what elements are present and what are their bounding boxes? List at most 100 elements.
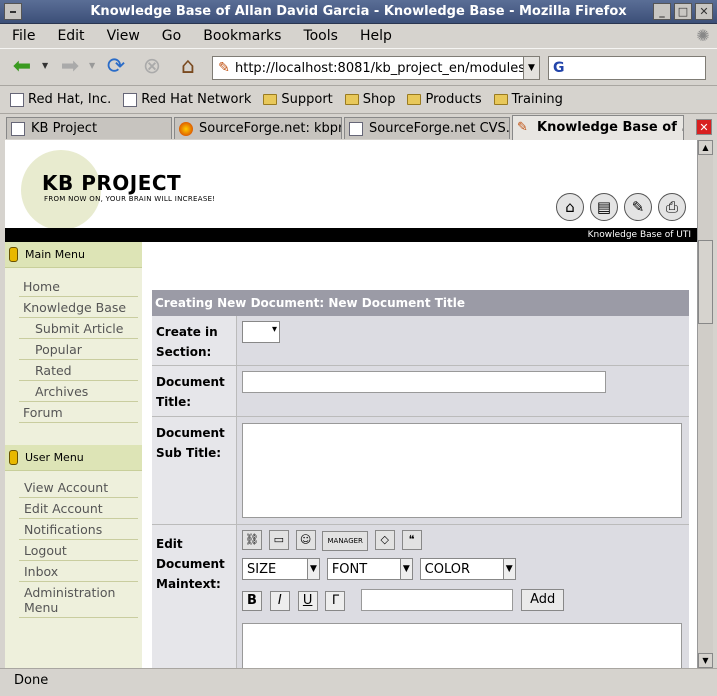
close-window-button[interactable]: ✕: [695, 3, 713, 20]
quote-icon[interactable]: ❝: [401, 530, 422, 550]
main-menu-title: Main Menu: [25, 248, 85, 261]
dropdown-arrow-icon: ▼: [399, 559, 412, 579]
bookmarks-toolbar: Red Hat, Inc. Red Hat Network Support Sh…: [0, 86, 717, 114]
bookmark-label: Red Hat, Inc.: [28, 92, 112, 107]
nav-notifications[interactable]: Notifications: [19, 519, 138, 540]
section-row: Create in Section:: [152, 316, 689, 366]
scrollbar-thumb[interactable]: [698, 240, 713, 324]
nav-logout[interactable]: Logout: [19, 540, 138, 561]
folder-icon: [263, 94, 278, 105]
scroll-up-icon[interactable]: ▲: [698, 140, 713, 155]
italic-button[interactable]: I: [269, 590, 290, 611]
nav-forum[interactable]: Forum: [19, 402, 138, 423]
tab-kb-project[interactable]: KB Project: [6, 117, 172, 139]
back-arrow-icon[interactable]: ⬅: [8, 53, 36, 81]
size-select[interactable]: SIZE ▼: [242, 558, 320, 580]
underline-button[interactable]: U: [297, 590, 318, 611]
font-select[interactable]: FONT ▼: [326, 558, 413, 580]
news-icon[interactable]: ▤: [590, 193, 618, 221]
maintext-textarea[interactable]: [242, 623, 682, 668]
menu-bar: File Edit View Go Bookmarks Tools Help ✺: [0, 24, 717, 48]
search-input[interactable]: [564, 58, 715, 78]
menu-file[interactable]: File: [0, 28, 45, 44]
window-title: Knowledge Base of Allan David Garcia - K…: [90, 4, 627, 19]
menu-tools[interactable]: Tools: [291, 28, 348, 44]
color-select[interactable]: COLOR ▼: [419, 558, 516, 580]
bookmark-label: Training: [511, 92, 563, 107]
tab-knowledge-base[interactable]: ✎ Knowledge Base of ...: [512, 115, 684, 140]
strikethrough-button[interactable]: ᒥ: [325, 590, 346, 611]
menu-bookmarks[interactable]: Bookmarks: [191, 28, 291, 44]
title-bar: Knowledge Base of Allan David Garcia - K…: [0, 0, 717, 24]
image-icon[interactable]: ▭: [268, 530, 289, 550]
dropdown-arrow-icon: ▼: [502, 559, 515, 579]
search-bar[interactable]: G: [548, 56, 715, 80]
maximize-button[interactable]: □: [674, 3, 692, 20]
site-logo-title[interactable]: KB PROJECT: [42, 171, 181, 195]
bookmark-folder-support[interactable]: Support: [263, 92, 333, 107]
forward-arrow-icon[interactable]: ➡: [56, 53, 84, 81]
back-history-dropdown[interactable]: ▼: [42, 61, 48, 70]
text-entry-input[interactable]: [361, 589, 514, 611]
user-menu-header: User Menu: [5, 445, 142, 471]
tab-sourceforge-kbpr[interactable]: SourceForge.net: kbpr...: [174, 117, 342, 139]
nav-rated[interactable]: Rated: [19, 360, 138, 381]
code-icon[interactable]: ◇: [374, 530, 395, 550]
bookmark-label: Red Hat Network: [141, 92, 252, 107]
close-tab-icon[interactable]: ✕: [696, 119, 712, 135]
nav-home[interactable]: Home: [19, 276, 138, 297]
document-title-input[interactable]: [242, 371, 606, 393]
bookmark-folder-shop[interactable]: Shop: [344, 92, 396, 107]
print-icon[interactable]: ⎙: [658, 193, 686, 221]
nav-administration-menu[interactable]: Administration Menu: [19, 582, 138, 618]
tab-sourceforge-cvs[interactable]: SourceForge.net CVS...: [344, 117, 510, 139]
home-icon[interactable]: ⌂: [556, 193, 584, 221]
menu-bullet-icon: [9, 450, 18, 465]
section-select[interactable]: [242, 321, 280, 343]
bookmark-folder-training[interactable]: Training: [493, 92, 563, 107]
menu-view[interactable]: View: [95, 28, 150, 44]
edit-icon[interactable]: ✎: [624, 193, 652, 221]
bookmark-label: Products: [425, 92, 482, 107]
form-heading: Creating New Document: New Document Titl…: [152, 290, 689, 316]
scroll-down-icon[interactable]: ▼: [698, 653, 713, 668]
page-icon: [10, 92, 24, 107]
nav-submit-article[interactable]: Submit Article: [19, 318, 138, 339]
minimize-button[interactable]: _: [653, 3, 671, 20]
link-icon[interactable]: ⛓: [242, 530, 262, 550]
url-history-dropdown[interactable]: ▼: [523, 57, 539, 79]
bookmark-label: Shop: [362, 92, 396, 107]
sourceforge-icon: [179, 121, 193, 136]
nav-archives[interactable]: Archives: [19, 381, 138, 402]
reload-icon[interactable]: ⟳: [102, 53, 130, 81]
menu-edit[interactable]: Edit: [45, 28, 94, 44]
nav-inbox[interactable]: Inbox: [19, 561, 138, 582]
bold-button[interactable]: B: [242, 590, 262, 611]
image-manager-button[interactable]: MANAGER: [322, 531, 368, 551]
nav-knowledge-base[interactable]: Knowledge Base: [19, 297, 138, 318]
menu-bullet-icon: [9, 247, 18, 262]
smiley-icon[interactable]: ☺: [295, 530, 316, 550]
window-menu-button[interactable]: [4, 3, 22, 20]
search-engine-icon[interactable]: G: [549, 60, 565, 76]
title-row: Document Title:: [152, 366, 689, 417]
menu-help[interactable]: Help: [348, 28, 402, 44]
sidebar: Main Menu Home Knowledge Base Submit Art…: [5, 242, 142, 668]
bookmark-red-hat-inc[interactable]: Red Hat, Inc.: [10, 92, 111, 107]
home-icon[interactable]: ⌂: [174, 53, 202, 81]
menu-go[interactable]: Go: [150, 28, 191, 44]
stop-icon[interactable]: ⊗: [138, 53, 166, 81]
bookmark-label: Support: [281, 92, 333, 107]
url-bar[interactable]: ✎ http://localhost:8081/kb_project_en/mo…: [212, 56, 540, 80]
tab-strip: KB Project SourceForge.net: kbpr... Sour…: [0, 114, 717, 140]
url-text[interactable]: http://localhost:8081/kb_project_en/modu…: [235, 61, 523, 76]
bookmark-red-hat-network[interactable]: Red Hat Network: [123, 92, 251, 107]
nav-view-account[interactable]: View Account: [19, 477, 138, 498]
page-scrollbar[interactable]: ▲ ▼: [697, 140, 713, 668]
add-button[interactable]: Add: [521, 589, 565, 611]
bookmark-folder-products[interactable]: Products: [407, 92, 482, 107]
document-subtitle-textarea[interactable]: [242, 423, 682, 518]
nav-edit-account[interactable]: Edit Account: [19, 498, 138, 519]
nav-popular[interactable]: Popular: [19, 339, 138, 360]
forward-history-dropdown[interactable]: ▼: [89, 61, 95, 70]
